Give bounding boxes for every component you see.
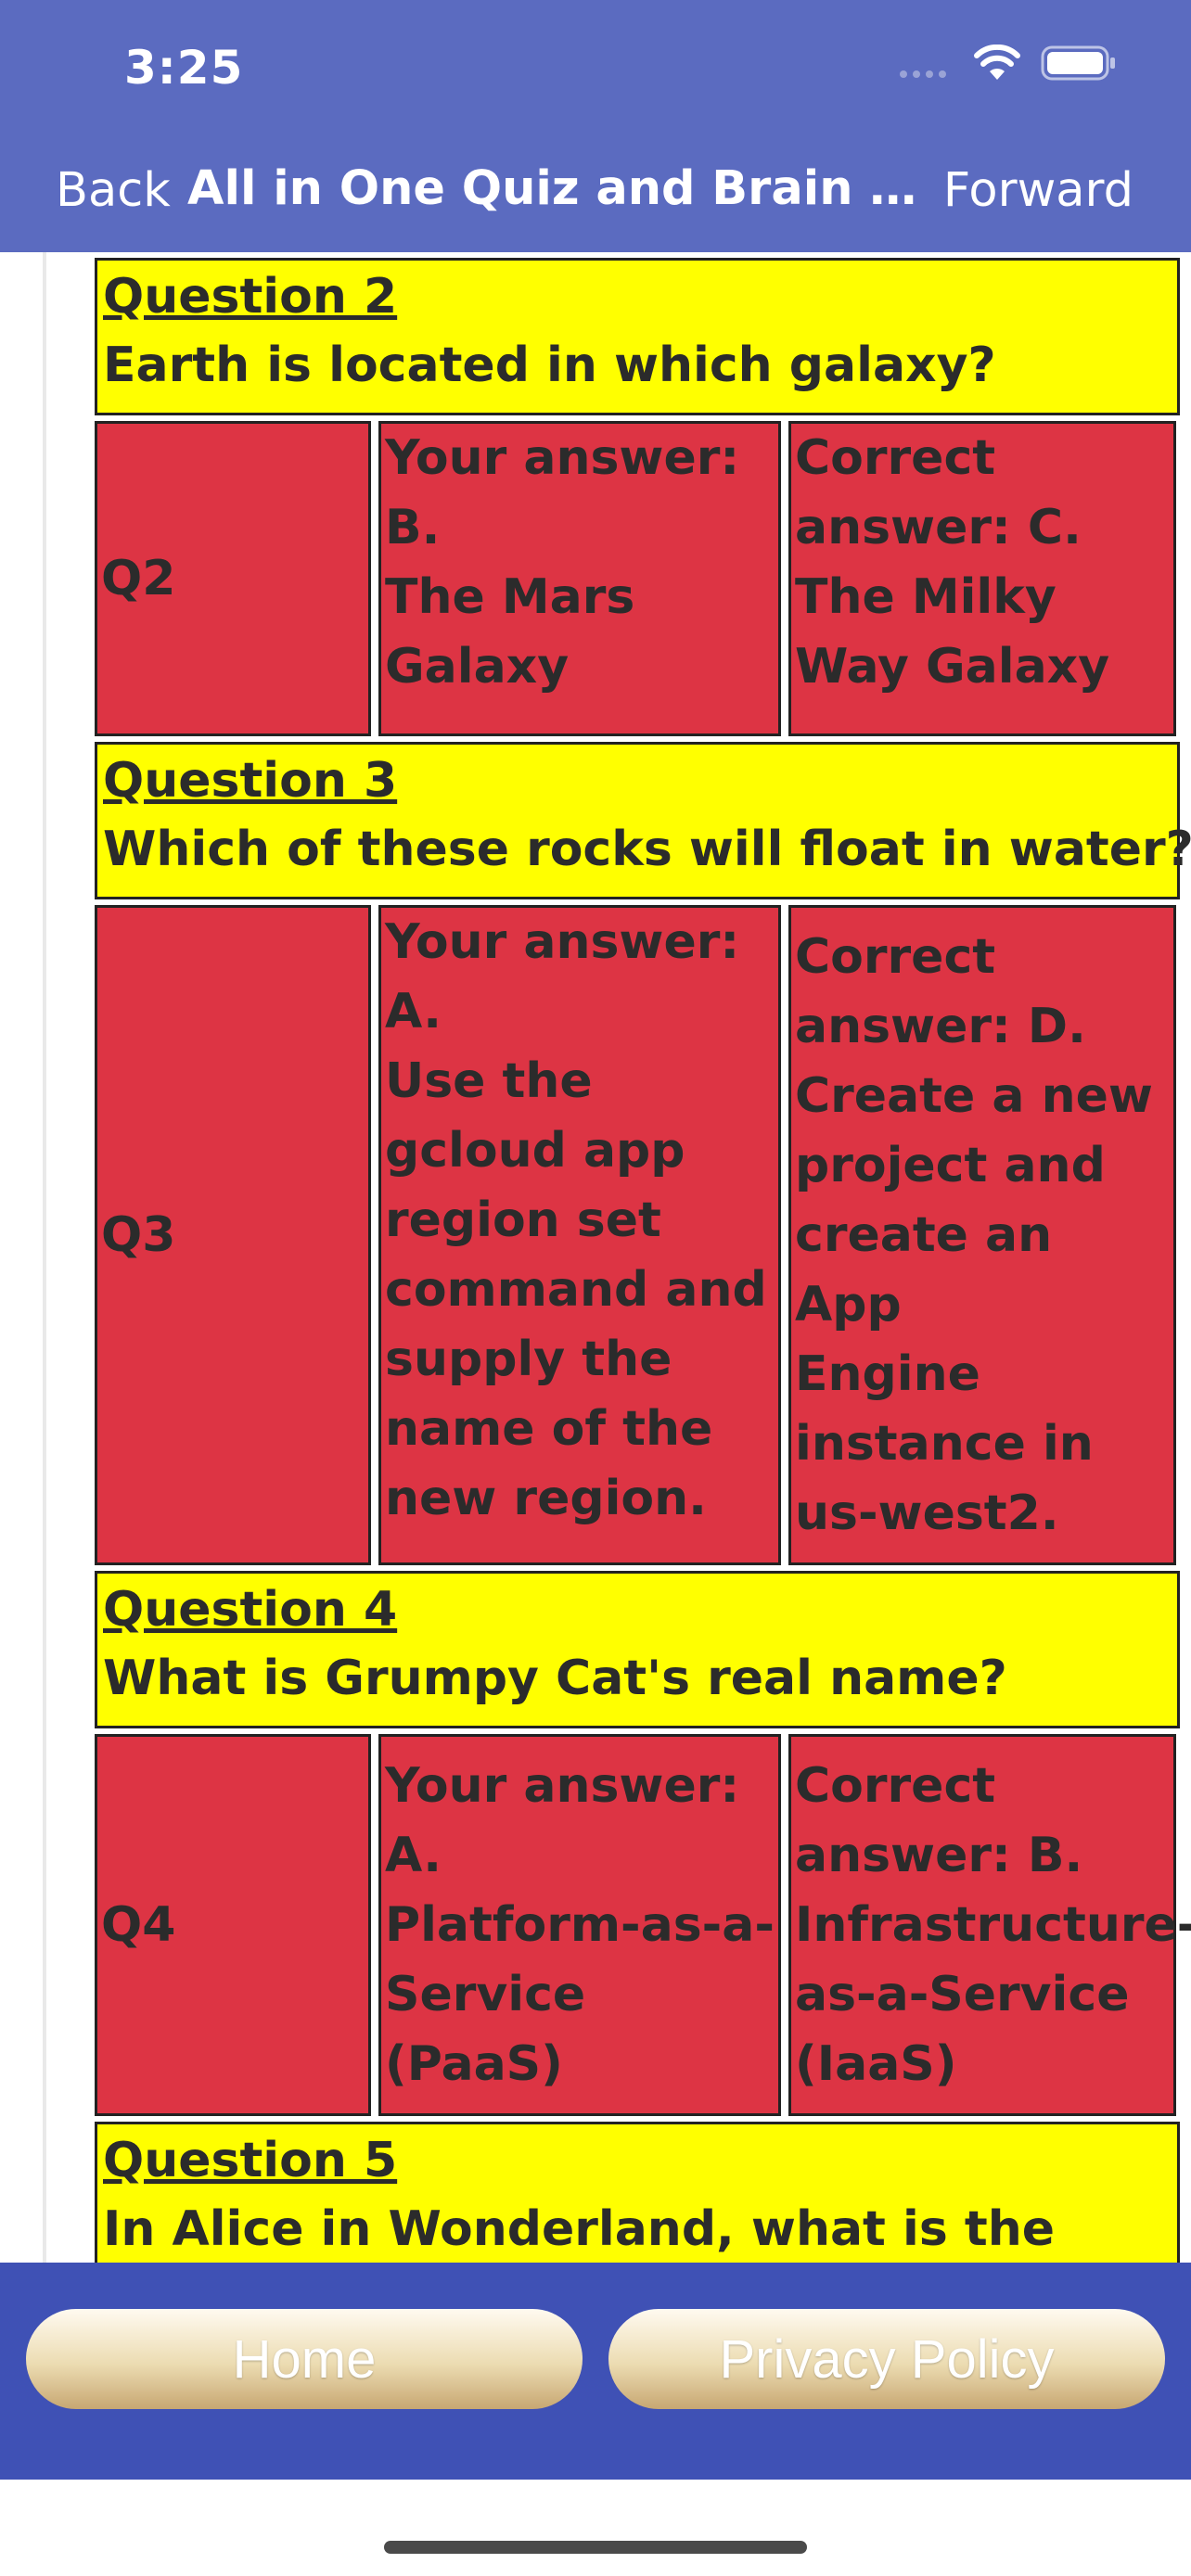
correct-answer-line: project and — [795, 1137, 1106, 1193]
status-icons — [898, 45, 1117, 82]
wifi-icon — [974, 45, 1020, 80]
answer-row: Q3 Your answer: A. Use the gcloud app re… — [95, 905, 1180, 1565]
question-label: Question 4 — [103, 1582, 398, 1638]
your-answer-line: gcloud app — [385, 1123, 685, 1179]
question-block: Question 2 Earth is located in which gal… — [95, 258, 1180, 415]
question-block: Question 3 Which of these rocks will flo… — [95, 742, 1191, 899]
correct-answer-line: answer: B. — [795, 1827, 1083, 1883]
top-navigation-bar: 3:25 Back All in One Quiz and Brain Teas… — [0, 0, 1191, 252]
correct-answer-line: create an App — [795, 1206, 1053, 1333]
answer-row: Q4 Your answer: A. Platform-as-a- Servic… — [95, 1734, 1191, 2116]
your-answer-line: B. — [385, 500, 441, 555]
correct-answer-line: (IaaS) — [795, 2035, 957, 2092]
correct-answer-line: The Milky — [795, 569, 1057, 625]
your-answer-line: A. — [385, 1827, 442, 1883]
question-id-cell: Q3 — [95, 905, 371, 1565]
question-label: Question 5 — [103, 2133, 398, 2188]
question-label: Question 2 — [103, 269, 398, 325]
correct-answer-line: us-west2. — [795, 1485, 1059, 1541]
privacy-policy-button[interactable]: Privacy Policy — [608, 2309, 1165, 2409]
question-id: Q4 — [101, 1896, 176, 1953]
your-answer-line: command and — [385, 1262, 767, 1318]
forward-button[interactable]: Forward — [943, 163, 1133, 218]
home-indicator[interactable] — [384, 2541, 807, 2554]
your-answer-line: Your answer: — [385, 1757, 740, 1814]
correct-answer-line: instance in — [795, 1415, 1094, 1472]
quiz-results: Question 2 Earth is located in which gal… — [95, 258, 1191, 2263]
your-answer-cell: Your answer: A. Platform-as-a- Service (… — [378, 1734, 781, 2116]
question-id-cell: Q4 — [95, 1734, 371, 2116]
correct-answer-line: answer: C. — [795, 500, 1082, 555]
your-answer-line: Your answer: — [385, 430, 740, 486]
your-answer-line: region set — [385, 1192, 661, 1248]
correct-answer-cell: Correct answer: C. The Milky Way Galaxy — [788, 421, 1176, 736]
your-answer-line: Your answer: — [385, 914, 740, 970]
correct-answer-line: Create a new — [795, 1067, 1153, 1124]
correct-answer-cell: Correct answer: D. Create a new project … — [788, 905, 1176, 1565]
question-text: Earth is located in which galaxy? — [103, 338, 996, 393]
correct-answer-line: Infrastructure- — [795, 1896, 1191, 1953]
question-id: Q2 — [101, 550, 176, 606]
question-id: Q3 — [101, 1206, 176, 1263]
correct-answer-line: Engine — [795, 1345, 980, 1402]
correct-answer-line: answer: D. — [795, 998, 1086, 1054]
page-title: All in One Quiz and Brain Teaser... — [187, 161, 935, 216]
your-answer-line: supply the — [385, 1332, 672, 1387]
correct-answer-line: as-a-Service — [795, 1966, 1130, 2022]
your-answer-cell: Your answer: B. The Mars Galaxy — [378, 421, 781, 736]
question-block: Question 5 In Alice in Wonderland, what … — [95, 2122, 1180, 2263]
question-id-cell: Q2 — [95, 421, 371, 736]
back-button[interactable]: Back — [56, 163, 171, 218]
bottom-toolbar: Home Privacy Policy — [0, 2263, 1191, 2480]
correct-answer-line: Correct — [795, 928, 996, 985]
your-answer-line: Platform-as-a- — [385, 1896, 775, 1953]
battery-icon — [1041, 45, 1115, 81]
page-divider — [43, 252, 46, 2263]
question-text: In Alice in Wonderland, what is the — [103, 2201, 1056, 2257]
your-answer-line: new region. — [385, 1471, 707, 1526]
your-answer-line: Service (PaaS) — [385, 1966, 586, 2092]
correct-answer-line: Correct — [795, 1757, 996, 1814]
your-answer-line: A. — [385, 984, 442, 1039]
correct-answer-line: Way Galaxy — [795, 639, 1110, 695]
answer-row: Q2 Your answer: B. The Mars Galaxy Corre… — [95, 421, 1180, 736]
your-answer-line: The Mars — [385, 569, 635, 625]
question-text: What is Grumpy Cat's real name? — [103, 1651, 1007, 1706]
web-content[interactable]: Question 2 Earth is located in which gal… — [0, 252, 1191, 2263]
question-block: Question 4 What is Grumpy Cat's real nam… — [95, 1571, 1180, 1728]
your-answer-cell: Your answer: A. Use the gcloud app regio… — [378, 905, 781, 1565]
status-time: 3:25 — [124, 41, 244, 95]
home-indicator-area — [0, 2480, 1191, 2576]
your-answer-line: Galaxy — [385, 639, 570, 695]
question-text: Which of these rocks will float in water… — [103, 822, 1191, 877]
cellular-signal-icon — [900, 70, 946, 78]
correct-answer-line: Correct — [795, 430, 996, 486]
correct-answer-cell: Correct answer: B. Infrastructure- as-a-… — [788, 1734, 1191, 2116]
question-label: Question 3 — [103, 753, 398, 809]
your-answer-line: Use the — [385, 1053, 593, 1109]
your-answer-line: name of the — [385, 1401, 713, 1457]
home-button[interactable]: Home — [26, 2309, 583, 2409]
